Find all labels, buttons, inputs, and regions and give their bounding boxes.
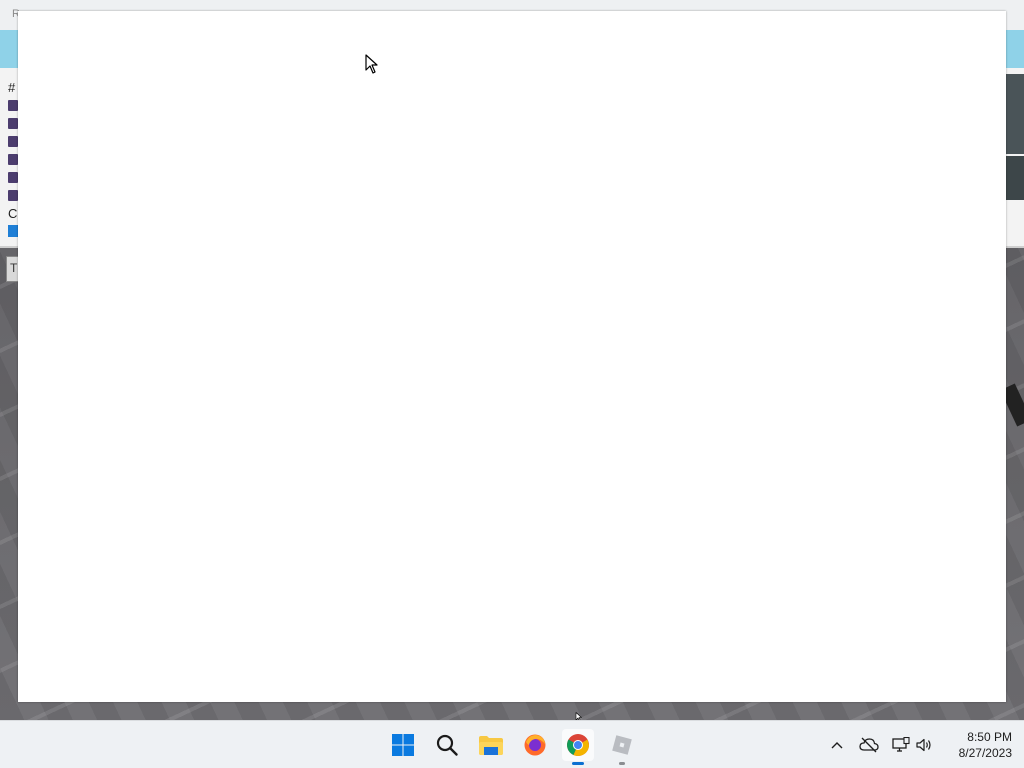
network-icon (892, 737, 910, 752)
clock-date: 8/27/2023 (958, 746, 1012, 760)
chat-line (8, 172, 18, 183)
volume-button[interactable] (914, 735, 934, 755)
chat-line (8, 100, 18, 111)
chrome-icon (567, 734, 589, 756)
chat-line (8, 118, 18, 129)
chat-channel-hash: # (8, 80, 16, 95)
background-box-letter: T (10, 261, 18, 275)
taskbar: 8:50 PM 8/27/2023 (0, 720, 1024, 768)
show-hidden-icons-button[interactable] (827, 735, 847, 755)
search-icon (436, 734, 458, 756)
start-button[interactable] (387, 729, 419, 761)
system-clock[interactable]: 8:50 PM 8/27/2023 (946, 729, 1012, 761)
background-side-panel (1006, 74, 1024, 154)
blank-window[interactable] (18, 11, 1006, 702)
volume-icon (916, 738, 931, 752)
chat-line (8, 190, 18, 201)
file-explorer-button[interactable] (475, 729, 507, 761)
chat-line (8, 136, 18, 147)
active-app-indicator (572, 762, 584, 765)
search-button[interactable] (431, 729, 463, 761)
cloud-offline-icon (859, 737, 879, 753)
mouse-cursor-icon (365, 54, 378, 74)
roblox-icon (612, 735, 632, 755)
clock-time: 8:50 PM (967, 730, 1012, 744)
firefox-icon (524, 734, 546, 756)
chrome-button[interactable] (562, 729, 594, 765)
background-side-panel (1006, 156, 1024, 200)
running-app-indicator (619, 762, 625, 765)
chat-link-fragment (8, 225, 18, 237)
onedrive-button[interactable] (859, 735, 879, 755)
folder-icon (479, 736, 503, 755)
chat-text-fragment: C (8, 206, 18, 221)
firefox-button[interactable] (519, 729, 551, 761)
chat-line (8, 154, 18, 165)
network-button[interactable] (891, 735, 911, 755)
roblox-button[interactable] (606, 729, 638, 765)
windows-start-icon (392, 734, 414, 756)
chevron-up-icon (831, 742, 843, 749)
